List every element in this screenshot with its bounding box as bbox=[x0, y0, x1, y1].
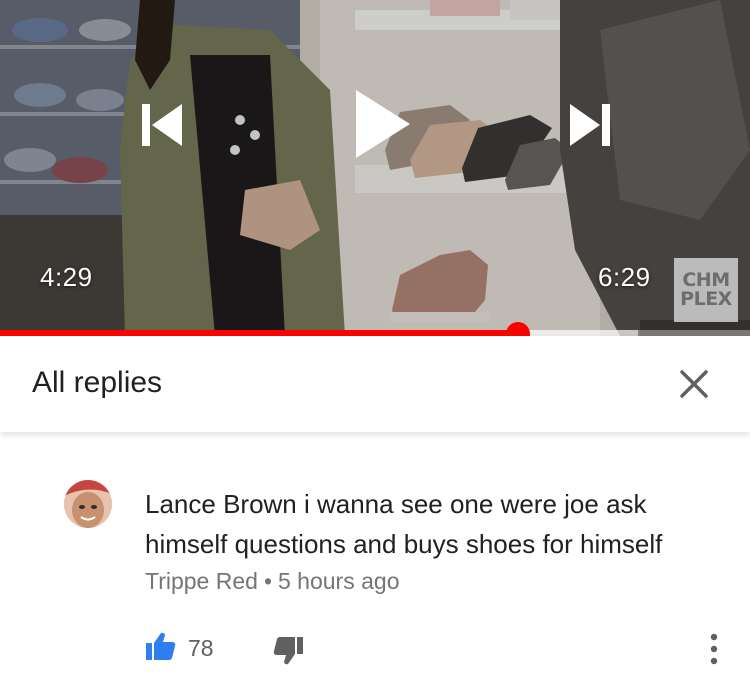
replies-header: All replies bbox=[0, 336, 750, 432]
more-options-button[interactable] bbox=[700, 632, 728, 666]
comment-timestamp: 5 hours ago bbox=[278, 568, 400, 594]
close-replies-button[interactable] bbox=[676, 366, 712, 402]
thumbs-up-icon bbox=[146, 632, 176, 660]
like-button[interactable] bbox=[145, 630, 177, 662]
progress-scrubber-handle[interactable] bbox=[505, 322, 530, 336]
like-count: 78 bbox=[188, 635, 214, 661]
previous-video-button[interactable] bbox=[138, 100, 186, 150]
comment-meta: Trippe Red • 5 hours ago bbox=[145, 568, 399, 595]
video-duration: 6:29 bbox=[598, 262, 651, 292]
comment-author[interactable]: Trippe Red bbox=[145, 568, 258, 594]
next-video-button[interactable] bbox=[566, 100, 614, 150]
user-avatar[interactable] bbox=[64, 480, 112, 528]
skip-next-icon bbox=[570, 104, 610, 146]
close-icon bbox=[680, 370, 708, 398]
play-icon bbox=[356, 90, 410, 158]
channel-watermark[interactable]: CHM PLEX bbox=[674, 258, 738, 322]
more-vert-icon bbox=[710, 633, 718, 665]
comment-reply: Lance Brown i wanna see one were joe ask… bbox=[0, 432, 750, 688]
current-time: 4:29 bbox=[40, 262, 93, 292]
avatar-image bbox=[64, 480, 112, 528]
meta-separator: • bbox=[263, 568, 272, 594]
thumbs-down-icon bbox=[273, 637, 303, 665]
watermark-line2: PLEX bbox=[680, 288, 732, 310]
replies-title: All replies bbox=[32, 366, 163, 399]
play-button[interactable] bbox=[350, 88, 414, 160]
dislike-button[interactable] bbox=[272, 635, 304, 667]
skip-previous-icon bbox=[142, 104, 182, 146]
video-player[interactable]: 4:29 6:29 CHM PLEX bbox=[0, 0, 750, 336]
comment-text: Lance Brown i wanna see one were joe ask… bbox=[145, 489, 663, 559]
